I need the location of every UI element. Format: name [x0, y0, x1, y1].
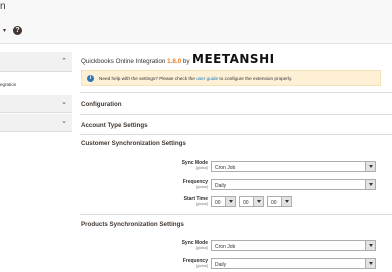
customer-frequency-scope: [global] [195, 185, 208, 189]
extension-version: 1.8.0 [167, 58, 182, 65]
extension-by: by [182, 58, 190, 65]
sidebar-tab-group[interactable]: ⌄ [0, 114, 72, 132]
config-main: Quickbooks Online Integration 1.8.0 by M… [80, 44, 392, 272]
notice-message: Need help with the settings? Please chec… [99, 75, 293, 81]
select-value: Cron Job [215, 243, 236, 250]
chevron-down-icon [225, 197, 235, 206]
products-frequency-scope: [global] [195, 264, 208, 268]
customer-frequency-select[interactable]: Daily [211, 179, 376, 190]
section-products-sync[interactable]: Products Synchronization Settings [81, 221, 392, 228]
section-configuration[interactable]: Configuration [81, 101, 392, 108]
chevron-down-icon [365, 180, 375, 189]
customer-start-time-scope: [global] [195, 202, 208, 206]
start-time-hour-select[interactable]: 00 [211, 196, 236, 207]
sidebar-tab-group[interactable]: ⌃ [0, 52, 72, 72]
divider [80, 214, 392, 215]
scope-switcher-arrow-icon[interactable]: ▾ [3, 27, 6, 34]
customer-sync-mode-scope: [global] [195, 166, 208, 170]
select-value: 00 [243, 199, 249, 206]
extension-title: Quickbooks Online Integration 1.8.0 by [81, 58, 190, 65]
sidebar-item-quickbooks[interactable]: egration [0, 82, 16, 87]
select-value: Daily [215, 182, 227, 189]
chevron-up-icon: ⌃ [61, 58, 67, 65]
info-icon: i [87, 75, 94, 82]
config-page: n ▾ ? ⌃ egration ⌄ ⌄ Quickbooks Online I… [0, 0, 392, 272]
chevron-down-icon [365, 259, 375, 268]
page-header: n ▾ ? [0, 0, 392, 44]
user-guide-link[interactable]: user guide [196, 76, 218, 81]
section-account-type[interactable]: Account Type Settings [81, 122, 392, 129]
customer-sync-mode-select[interactable]: Cron Job [211, 161, 376, 172]
chevron-down-icon: ⌄ [61, 118, 67, 125]
chevron-down-icon [281, 197, 291, 206]
start-time-minute-select[interactable]: 00 [239, 196, 264, 207]
select-value: Cron Job [215, 164, 236, 171]
select-value: 00 [271, 199, 277, 206]
divider [80, 92, 392, 93]
select-value: Daily [215, 261, 227, 268]
divider [80, 114, 392, 115]
help-icon[interactable]: ? [13, 26, 22, 35]
products-sync-mode-scope: [global] [195, 246, 208, 250]
page-title: n [0, 1, 6, 12]
chevron-down-icon [365, 241, 375, 250]
start-time-second-select[interactable]: 00 [267, 196, 292, 207]
products-frequency-select[interactable]: Daily [211, 258, 376, 269]
sidebar-tab-group[interactable]: ⌄ [0, 95, 72, 113]
chevron-down-icon [365, 162, 375, 171]
chevron-down-icon [253, 197, 263, 206]
select-value: 00 [215, 199, 221, 206]
extension-name: Quickbooks Online Integration [81, 58, 166, 65]
chevron-down-icon: ⌄ [61, 99, 67, 106]
meetanshi-logo: MEETANSHI [192, 52, 275, 66]
products-sync-mode-select[interactable]: Cron Job [211, 240, 376, 251]
section-customer-sync[interactable]: Customer Synchronization Settings [81, 140, 392, 147]
divider [80, 134, 392, 135]
help-notice: i Need help with the settings? Please ch… [81, 70, 381, 86]
